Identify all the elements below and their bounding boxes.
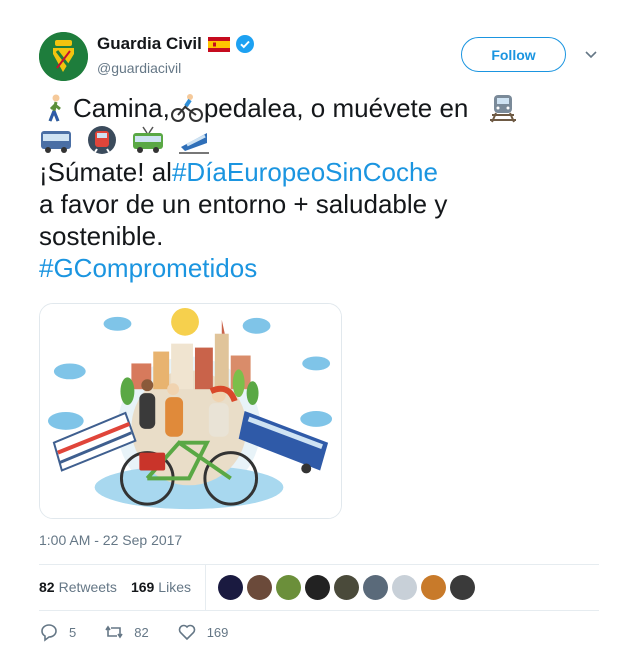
tweet-line-6: #GComprometidos (39, 252, 599, 284)
tweet-line-5: sostenible. (39, 221, 164, 251)
trolleybus-emoji-icon (131, 125, 165, 155)
tweet-media-image[interactable] (39, 303, 342, 519)
tram-emoji-icon (177, 125, 211, 155)
tweet-line-2 (39, 124, 599, 156)
avatar[interactable] (246, 574, 272, 600)
retweets-stat[interactable]: 82 Retweets (39, 579, 117, 595)
walking-person-emoji-icon (39, 93, 73, 123)
avatar[interactable] (333, 574, 359, 600)
verified-badge-icon (235, 35, 254, 53)
heart-icon (178, 624, 195, 641)
divider-bottom (39, 610, 599, 611)
follow-button[interactable]: Follow (461, 37, 566, 72)
bus-emoji-icon (39, 125, 73, 155)
metro-emoji-icon (85, 125, 119, 155)
avatar[interactable] (217, 574, 243, 600)
reply-icon (41, 624, 57, 642)
chevron-down-icon[interactable] (583, 46, 599, 62)
name-block: Guardia Civil @guardiacivil (97, 34, 254, 76)
guardia-civil-logo-icon (39, 32, 88, 81)
tweet-text-pedalea: pedalea, o muévete en (203, 93, 469, 123)
retweets-count: 82 (39, 579, 55, 595)
avatar[interactable] (362, 574, 388, 600)
tweet-header: Guardia Civil @guardiacivil Follow (39, 32, 607, 84)
avatar[interactable] (39, 32, 88, 81)
tweet-line-4: a favor de un entorno + saludable y (39, 189, 448, 219)
likes-label: Likes (158, 579, 191, 595)
avatar[interactable] (391, 574, 417, 600)
liker-avatars (217, 574, 475, 600)
display-name[interactable]: Guardia Civil (97, 34, 202, 54)
stats-separator (204, 564, 206, 610)
tweet-timestamp[interactable]: 1:00 AM - 22 Sep 2017 (39, 532, 182, 548)
city-mobility-illustration (40, 304, 341, 518)
hashtag-gcomprometidos[interactable]: #GComprometidos (39, 252, 257, 284)
avatar[interactable] (420, 574, 446, 600)
tweet-line-3: ¡Súmate! al #DíaEuropeoSinCoche (39, 156, 599, 188)
train-station-emoji-icon (486, 93, 520, 123)
like-button[interactable]: 169 (177, 622, 229, 642)
like-count: 169 (206, 624, 229, 640)
retweet-count: 82 (134, 624, 149, 640)
tweet-line-1: Camina, pedalea, o muévete en (39, 92, 599, 124)
tweet-text: Camina, pedalea, o muévete en ¡Súmate! a… (39, 92, 599, 284)
tweet-text-camina: Camina, (73, 93, 170, 123)
avatar[interactable] (304, 574, 330, 600)
retweets-label: Retweets (58, 579, 117, 595)
tweet-stats: 82 Retweets 169 Likes (39, 564, 599, 610)
spain-flag-icon (207, 36, 230, 52)
avatar[interactable] (275, 574, 301, 600)
retweet-button[interactable]: 82 (104, 622, 149, 642)
handle[interactable]: @guardiacivil (97, 60, 254, 76)
avatar[interactable] (449, 574, 475, 600)
hashtag-dia-europeo-sin-coche[interactable]: #DíaEuropeoSinCoche (172, 156, 438, 188)
reply-count: 5 (69, 624, 77, 640)
reply-button[interactable]: 5 (39, 622, 76, 642)
retweet-icon (105, 625, 123, 639)
tweet-text-sumate: ¡Súmate! al (39, 157, 172, 187)
tweet-actions: 5 82 169 (39, 620, 256, 644)
likes-count: 169 (130, 579, 155, 595)
cyclist-emoji-icon (170, 93, 204, 123)
likes-stat[interactable]: 169 Likes (131, 579, 191, 595)
